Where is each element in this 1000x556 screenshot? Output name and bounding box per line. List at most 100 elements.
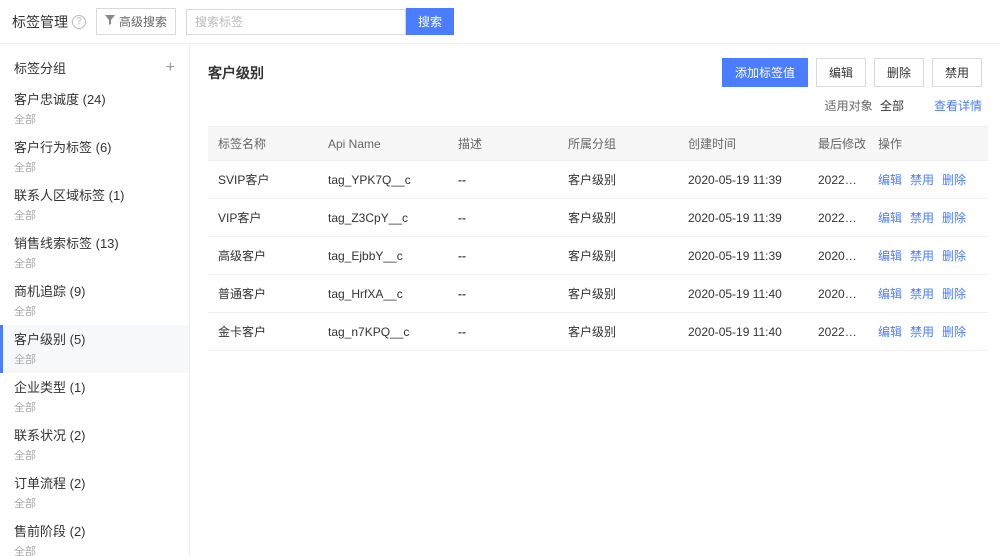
header-bar: 标签管理 ? 高级搜索 搜索 — [0, 0, 1000, 44]
cell-desc: -- — [448, 161, 558, 199]
disable-group-button[interactable]: 禁用 — [932, 58, 982, 87]
tags-table: 标签名称 Api Name 描述 所属分组 创建时间 最后修改 操作 SVIP客… — [208, 126, 988, 351]
cell-ops: 编辑禁用删除 — [868, 161, 988, 199]
table-row: 普通客户tag_HrfXA__c--客户级别2020-05-19 11:4020… — [208, 275, 988, 313]
sidebar-item-8[interactable]: 订单流程 (2) 全部 — [0, 469, 189, 517]
cell-desc: -- — [448, 275, 558, 313]
row-disable-link[interactable]: 禁用 — [910, 173, 934, 187]
content-area: 客户级别 添加标签值 编辑 删除 禁用 适用对象 全部 查看详情 标签名称 Ap… — [190, 44, 1000, 556]
edit-group-button[interactable]: 编辑 — [816, 58, 866, 87]
sidebar-item-label: 客户行为标签 (6) — [14, 139, 175, 157]
advanced-search-label: 高级搜索 — [119, 13, 167, 30]
cell-name: SVIP客户 — [208, 161, 318, 199]
sidebar-item-scope: 全部 — [14, 255, 175, 271]
sidebar-item-scope: 全部 — [14, 495, 175, 511]
cell-modified: 2020-05- — [808, 237, 868, 275]
row-disable-link[interactable]: 禁用 — [910, 325, 934, 339]
table-row: 金卡客户tag_n7KPQ__c--客户级别2020-05-19 11:4020… — [208, 313, 988, 351]
cell-ops: 编辑禁用删除 — [868, 199, 988, 237]
search-button[interactable]: 搜索 — [406, 8, 454, 35]
sidebar-item-label: 联系状况 (2) — [14, 427, 175, 445]
sidebar-item-label: 售前阶段 (2) — [14, 523, 175, 541]
cell-name: 高级客户 — [208, 237, 318, 275]
row-delete-link[interactable]: 删除 — [942, 287, 966, 301]
search-input[interactable] — [186, 9, 406, 35]
sidebar-item-7[interactable]: 联系状况 (2) 全部 — [0, 421, 189, 469]
row-disable-link[interactable]: 禁用 — [910, 211, 934, 225]
cell-created: 2020-05-19 11:40 — [678, 313, 808, 351]
table-row: 高级客户tag_EjbbY__c--客户级别2020-05-19 11:3920… — [208, 237, 988, 275]
cell-api: tag_n7KPQ__c — [318, 313, 448, 351]
sidebar-item-6[interactable]: 企业类型 (1) 全部 — [0, 373, 189, 421]
table-header-row: 标签名称 Api Name 描述 所属分组 创建时间 最后修改 操作 — [208, 127, 988, 161]
add-tag-value-button[interactable]: 添加标签值 — [722, 58, 808, 87]
sidebar-item-3[interactable]: 销售线索标签 (13) 全部 — [0, 229, 189, 277]
cell-modified: 2022-12- — [808, 161, 868, 199]
row-edit-link[interactable]: 编辑 — [878, 325, 902, 339]
row-delete-link[interactable]: 删除 — [942, 211, 966, 225]
scope-info: 适用对象 全部 — [825, 97, 904, 114]
row-delete-link[interactable]: 删除 — [942, 249, 966, 263]
th-desc: 描述 — [448, 127, 558, 161]
cell-modified: 2022-12- — [808, 199, 868, 237]
cell-modified: 2020-05- — [808, 275, 868, 313]
help-icon[interactable]: ? — [72, 15, 86, 29]
sidebar-item-5[interactable]: 客户级别 (5)全部 — [0, 325, 189, 373]
row-edit-link[interactable]: 编辑 — [878, 287, 902, 301]
sidebar-item-label: 联系人区域标签 (1) — [14, 187, 175, 205]
content-head: 客户级别 添加标签值 编辑 删除 禁用 — [208, 58, 982, 87]
cell-api: tag_EjbbY__c — [318, 237, 448, 275]
sidebar-item-1[interactable]: 客户行为标签 (6) 全部 — [0, 133, 189, 181]
scope-label: 适用对象 — [825, 99, 873, 113]
page-title: 标签管理 ? — [12, 12, 86, 32]
delete-group-button[interactable]: 删除 — [874, 58, 924, 87]
th-api: Api Name — [318, 127, 448, 161]
cell-ops: 编辑禁用删除 — [868, 237, 988, 275]
sidebar-item-4[interactable]: 商机追踪 (9)全部 — [0, 277, 189, 325]
add-group-icon[interactable]: + — [166, 59, 175, 77]
sidebar-item-label: 销售线索标签 (13) — [14, 235, 175, 253]
cell-created: 2020-05-19 11:39 — [678, 237, 808, 275]
cell-group: 客户级别 — [558, 161, 678, 199]
sidebar-heading: 标签分组 + — [0, 50, 189, 85]
sidebar-item-scope: 全部 — [14, 447, 175, 463]
cell-modified: 2022-12- — [808, 313, 868, 351]
sidebar-heading-label: 标签分组 — [14, 58, 66, 77]
th-ops: 操作 — [868, 127, 988, 161]
sidebar-item-2[interactable]: 联系人区域标签 (1) 全部 — [0, 181, 189, 229]
view-details-link[interactable]: 查看详情 — [934, 97, 982, 114]
cell-ops: 编辑禁用删除 — [868, 313, 988, 351]
table-row: SVIP客户tag_YPK7Q__c--客户级别2020-05-19 11:39… — [208, 161, 988, 199]
cell-ops: 编辑禁用删除 — [868, 275, 988, 313]
cell-group: 客户级别 — [558, 275, 678, 313]
cell-group: 客户级别 — [558, 199, 678, 237]
cell-api: tag_YPK7Q__c — [318, 161, 448, 199]
cell-desc: -- — [448, 237, 558, 275]
filter-icon — [105, 15, 115, 28]
cell-created: 2020-05-19 11:39 — [678, 199, 808, 237]
sidebar-item-label: 客户级别 (5) — [14, 331, 175, 349]
row-delete-link[interactable]: 删除 — [942, 173, 966, 187]
sidebar-item-scope: 全部 — [14, 207, 175, 223]
cell-api: tag_HrfXA__c — [318, 275, 448, 313]
row-edit-link[interactable]: 编辑 — [878, 211, 902, 225]
row-disable-link[interactable]: 禁用 — [910, 287, 934, 301]
sidebar-item-scope: 全部 — [14, 399, 175, 415]
table-row: VIP客户tag_Z3CpY__c--客户级别2020-05-19 11:392… — [208, 199, 988, 237]
row-edit-link[interactable]: 编辑 — [878, 249, 902, 263]
advanced-search-button[interactable]: 高级搜索 — [96, 8, 176, 35]
cell-api: tag_Z3CpY__c — [318, 199, 448, 237]
sidebar-item-9[interactable]: 售前阶段 (2)全部 — [0, 517, 189, 556]
sidebar-list: 客户忠诚度 (24)全部客户行为标签 (6)全部联系人区域标签 (1)全部销售线… — [0, 85, 189, 556]
sidebar-item-scope: 全部 — [14, 159, 175, 175]
sidebar-item-0[interactable]: 客户忠诚度 (24)全部 — [0, 85, 189, 133]
cell-created: 2020-05-19 11:39 — [678, 161, 808, 199]
row-delete-link[interactable]: 删除 — [942, 325, 966, 339]
sidebar-item-label: 企业类型 (1) — [14, 379, 175, 397]
sidebar-item-label: 订单流程 (2) — [14, 475, 175, 493]
row-edit-link[interactable]: 编辑 — [878, 173, 902, 187]
cell-desc: -- — [448, 199, 558, 237]
row-disable-link[interactable]: 禁用 — [910, 249, 934, 263]
cell-name: 金卡客户 — [208, 313, 318, 351]
content-subhead: 适用对象 全部 查看详情 — [208, 97, 982, 114]
